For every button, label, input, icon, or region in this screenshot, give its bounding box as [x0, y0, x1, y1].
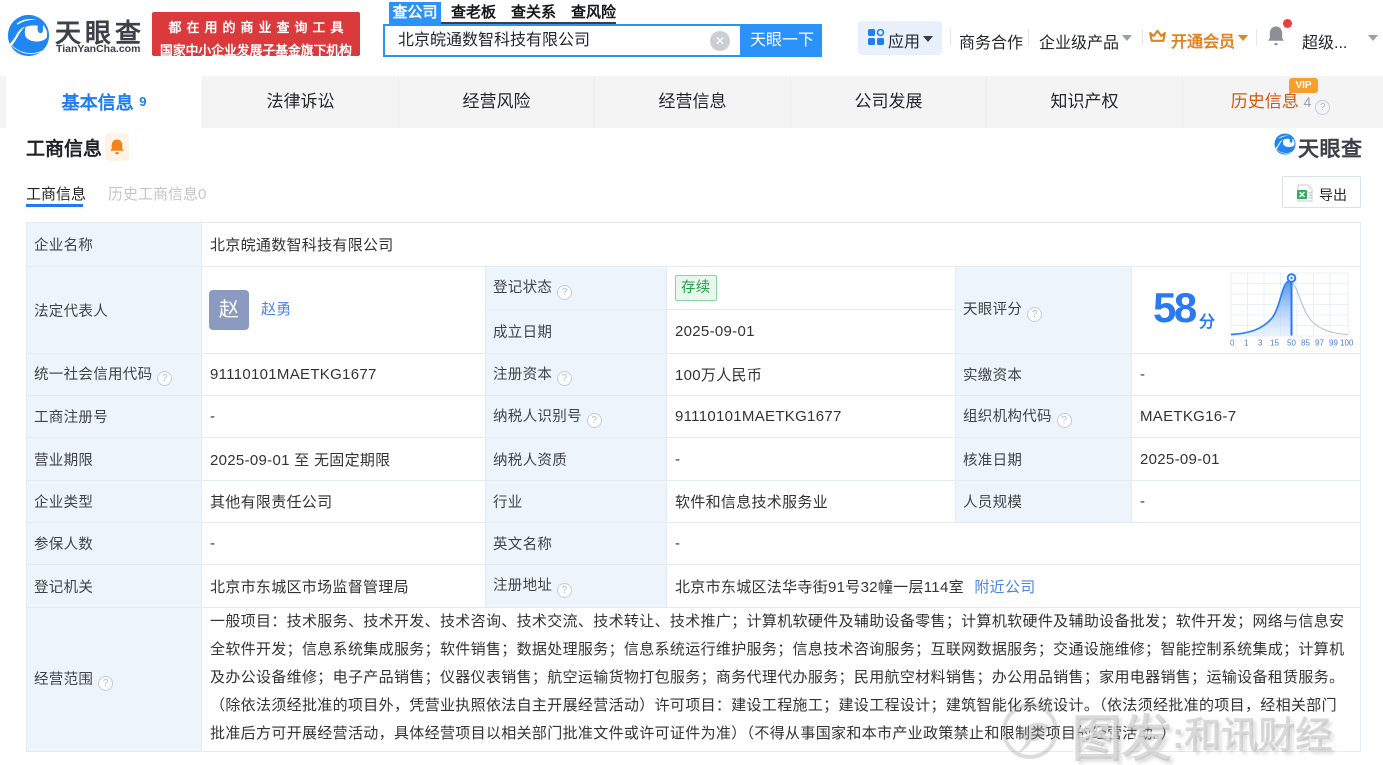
svg-text:1: 1 — [1244, 339, 1249, 348]
svg-text:85: 85 — [1301, 339, 1310, 348]
svg-text:100: 100 — [1340, 339, 1354, 348]
svg-text:3: 3 — [1258, 339, 1263, 348]
svg-text:15: 15 — [1270, 339, 1279, 348]
svg-text:50: 50 — [1287, 339, 1296, 348]
svg-text:0: 0 — [1230, 339, 1235, 348]
svg-text:99: 99 — [1329, 339, 1338, 348]
svg-text:97: 97 — [1315, 339, 1324, 348]
